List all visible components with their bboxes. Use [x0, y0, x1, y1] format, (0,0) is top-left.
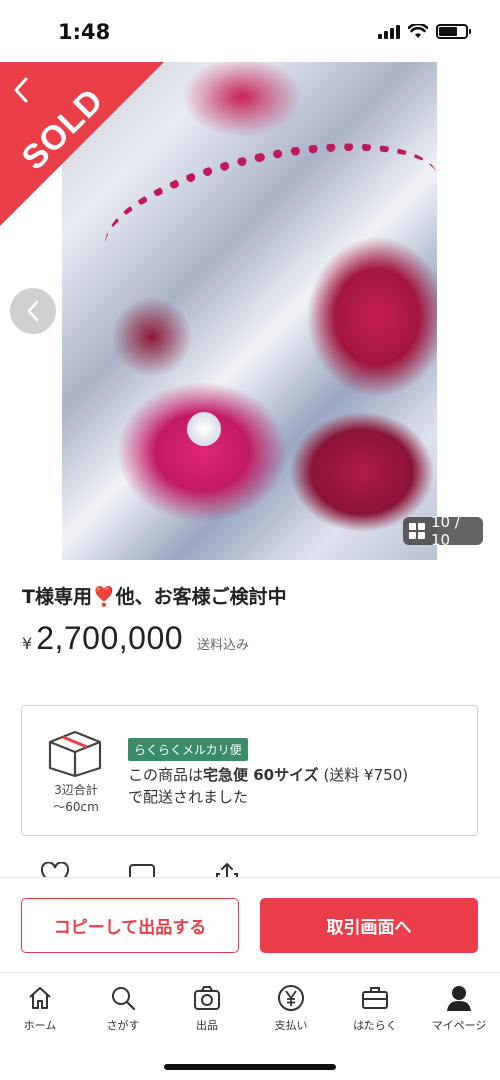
chevron-left-icon: [14, 77, 28, 103]
tab-sell-label: 出品: [196, 1019, 218, 1032]
person-icon: [447, 986, 471, 1011]
size-label-line2: 〜60cm: [53, 800, 99, 814]
tab-payment[interactable]: 支払い: [256, 983, 326, 1033]
size-label-line1: 3辺合計: [54, 783, 98, 797]
home-indicator[interactable]: [164, 1064, 336, 1070]
item-title: T様専用❣️他、お客様ご検討中: [22, 586, 287, 608]
go-to-transaction-button[interactable]: 取引画面へ: [260, 898, 478, 953]
tab-bar: ホーム さがす 出品 支払い はたらく マイページ: [0, 972, 500, 1080]
shipping-desc-suffix: で配送されました: [128, 788, 249, 806]
tab-search[interactable]: さがす: [88, 983, 158, 1033]
shipping-info-card: 3辺合計 〜60cm らくらくメルカリ便 この商品は宅急便 60サイズ (送料 …: [21, 705, 478, 836]
copy-listing-button[interactable]: コピーして出品する: [21, 898, 239, 953]
size-label: 3辺合計 〜60cm: [36, 782, 116, 816]
tab-home-label: ホーム: [23, 1019, 57, 1032]
tab-sell[interactable]: 出品: [172, 983, 242, 1033]
shipping-method: 宅急便 60サイズ: [203, 766, 319, 784]
photo-counter-text: 10 / 10: [431, 513, 460, 549]
tab-mypage[interactable]: マイページ: [424, 983, 494, 1033]
previous-photo-button[interactable]: [10, 288, 56, 334]
photo-detail-diamond: [187, 412, 221, 446]
price-amount: 2,700,000: [36, 620, 184, 656]
status-bar: 1:48: [0, 0, 500, 62]
tab-work-label: はたらく: [353, 1019, 397, 1032]
rakuraku-mercari-badge: らくらくメルカリ便: [128, 738, 248, 761]
briefcase-icon: [362, 987, 388, 1009]
tab-payment-label: 支払い: [274, 1019, 308, 1032]
chevron-left-icon: [27, 300, 39, 322]
battery-icon: [436, 24, 471, 39]
search-icon: [112, 987, 136, 1011]
bottom-action-bar: コピーして出品する 取引画面へ: [0, 877, 500, 972]
status-icons: [378, 24, 471, 39]
shipping-included-note: 送料込み: [197, 638, 250, 653]
tab-home[interactable]: ホーム: [5, 983, 75, 1033]
status-time: 1:48: [58, 20, 111, 44]
photo-counter[interactable]: 10 / 10: [403, 513, 483, 549]
item-price: ¥ 2,700,000 送料込み: [22, 620, 249, 657]
tab-search-label: さがす: [106, 1019, 140, 1032]
shipping-description: この商品は宅急便 60サイズ (送料 ¥750) で配送されました: [128, 764, 463, 808]
tab-work[interactable]: はたらく: [340, 983, 410, 1033]
yen-icon: [278, 985, 304, 1011]
shipping-desc-prefix: この商品は: [128, 766, 204, 784]
currency-symbol: ¥: [22, 634, 33, 653]
wifi-icon: [408, 24, 428, 38]
camera-icon: [194, 986, 220, 1010]
home-icon: [29, 987, 51, 1009]
grid-icon: [409, 523, 425, 539]
tab-mypage-label: マイページ: [431, 1019, 487, 1032]
shipping-fee: (送料 ¥750): [318, 766, 409, 784]
package-box-icon: [48, 730, 102, 778]
cellular-signal-icon: [378, 24, 400, 39]
back-button[interactable]: [12, 76, 42, 106]
